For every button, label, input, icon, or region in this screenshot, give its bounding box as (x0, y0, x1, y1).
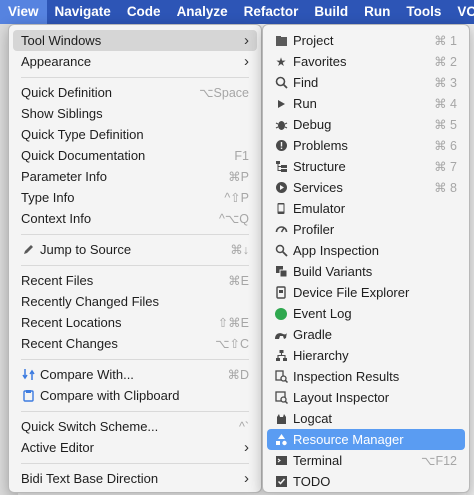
tool-window-profiler[interactable]: Profiler (267, 219, 465, 240)
event-log-icon (274, 307, 288, 321)
menu-separator (21, 411, 249, 412)
menubar-code[interactable]: Code (119, 0, 169, 24)
tool-window-event-log[interactable]: Event Log (267, 303, 465, 324)
menubar-run[interactable]: Run (356, 0, 398, 24)
menubar-view[interactable]: View (0, 0, 47, 24)
pencil-icon (21, 243, 35, 257)
todo-icon (274, 475, 288, 489)
star-icon: ★ (275, 54, 287, 69)
tool-window-debug[interactable]: Debug ⌘ 5 (267, 114, 465, 135)
logcat-icon (274, 412, 288, 426)
resource-manager-icon (274, 433, 288, 447)
tool-window-hierarchy[interactable]: Hierarchy (267, 345, 465, 366)
menubar-analyze[interactable]: Analyze (169, 0, 236, 24)
play-icon (274, 97, 288, 111)
tool-window-favorites[interactable]: ★ Favorites ⌘ 2 (267, 51, 465, 72)
menu-separator (21, 234, 249, 235)
submenu-arrow-icon: › (244, 470, 249, 487)
search-icon (274, 76, 288, 90)
inspection-icon (274, 244, 288, 258)
menu-item-quick-switch-scheme[interactable]: Quick Switch Scheme... ^` (13, 416, 257, 437)
tool-windows-submenu: Project ⌘ 1 ★ Favorites ⌘ 2 Find ⌘ 3 Run… (262, 24, 470, 493)
tool-window-resource-manager[interactable]: Resource Manager (267, 429, 465, 450)
menu-item-recent-files[interactable]: Recent Files ⌘E (13, 270, 257, 291)
menu-item-appearance[interactable]: Appearance › (13, 51, 257, 72)
tool-window-services[interactable]: Services ⌘ 8 (267, 177, 465, 198)
menu-item-bidi-text-base-direction[interactable]: Bidi Text Base Direction › (13, 468, 257, 489)
tool-window-problems[interactable]: Problems ⌘ 6 (267, 135, 465, 156)
menu-separator (21, 463, 249, 464)
tool-window-gradle[interactable]: Gradle (267, 324, 465, 345)
menu-item-recent-changes[interactable]: Recent Changes ⌥⇧C (13, 333, 257, 354)
tool-window-terminal[interactable]: Terminal ⌥F12 (267, 450, 465, 471)
tool-window-todo[interactable]: TODO (267, 471, 465, 492)
variants-icon (274, 265, 288, 279)
warning-icon (274, 139, 288, 153)
tool-window-logcat[interactable]: Logcat (267, 408, 465, 429)
menu-item-type-info[interactable]: Type Info ^⇧P (13, 187, 257, 208)
menu-item-tool-windows[interactable]: Tool Windows › (13, 30, 257, 51)
menu-item-parameter-info[interactable]: Parameter Info ⌘P (13, 166, 257, 187)
submenu-arrow-icon: › (244, 32, 249, 49)
menu-separator (21, 77, 249, 78)
tool-window-inspection-results[interactable]: Inspection Results (267, 366, 465, 387)
tool-window-device-file-explorer[interactable]: Device File Explorer (267, 282, 465, 303)
clipboard-icon (21, 389, 35, 403)
hierarchy-icon (274, 349, 288, 363)
menu-item-jump-to-source[interactable]: Jump to Source ⌘↓ (13, 239, 257, 260)
tool-window-layout-inspector[interactable]: Layout Inspector (267, 387, 465, 408)
gauge-icon (274, 223, 288, 237)
menu-item-quick-type-definition[interactable]: Quick Type Definition (13, 124, 257, 145)
menu-item-compare-with-clipboard[interactable]: Compare with Clipboard (13, 385, 257, 406)
menubar-navigate[interactable]: Navigate (47, 0, 119, 24)
tool-window-run[interactable]: Run ⌘ 4 (267, 93, 465, 114)
submenu-arrow-icon: › (244, 439, 249, 456)
tool-window-emulator[interactable]: Emulator (267, 198, 465, 219)
menu-item-quick-definition[interactable]: Quick Definition ⌥Space (13, 82, 257, 103)
menu-item-show-siblings[interactable]: Show Siblings (13, 103, 257, 124)
tool-window-structure[interactable]: Structure ⌘ 7 (267, 156, 465, 177)
device-icon (274, 286, 288, 300)
menubar-refactor[interactable]: Refactor (236, 0, 307, 24)
bug-icon (274, 118, 288, 132)
menu-separator (21, 265, 249, 266)
menu-item-active-editor[interactable]: Active Editor › (13, 437, 257, 458)
phone-icon (274, 202, 288, 216)
inspection-results-icon (274, 370, 288, 384)
tool-window-app-inspection[interactable]: App Inspection (267, 240, 465, 261)
menu-bar: View Navigate Code Analyze Refactor Buil… (0, 0, 474, 24)
terminal-icon (274, 454, 288, 468)
tool-window-project[interactable]: Project ⌘ 1 (267, 30, 465, 51)
menu-item-quick-documentation[interactable]: Quick Documentation F1 (13, 145, 257, 166)
menubar-tools[interactable]: Tools (398, 0, 449, 24)
menu-item-recently-changed-files[interactable]: Recently Changed Files (13, 291, 257, 312)
compare-arrows-icon (21, 368, 35, 382)
menu-item-compare-with[interactable]: Compare With... ⌘D (13, 364, 257, 385)
view-menu: Tool Windows › Appearance › Quick Defini… (8, 24, 262, 493)
menubar-vcs[interactable]: VC (449, 0, 474, 24)
gradle-icon (274, 328, 288, 342)
menubar-build[interactable]: Build (306, 0, 356, 24)
structure-icon (274, 160, 288, 174)
submenu-arrow-icon: › (244, 53, 249, 70)
tool-window-build-variants[interactable]: Build Variants (267, 261, 465, 282)
menu-item-context-info[interactable]: Context Info ^⌥Q (13, 208, 257, 229)
services-icon (274, 181, 288, 195)
layout-inspector-icon (274, 391, 288, 405)
menu-separator (21, 359, 249, 360)
tool-window-find[interactable]: Find ⌘ 3 (267, 72, 465, 93)
folder-icon (274, 34, 288, 48)
menu-item-recent-locations[interactable]: Recent Locations ⇧⌘E (13, 312, 257, 333)
